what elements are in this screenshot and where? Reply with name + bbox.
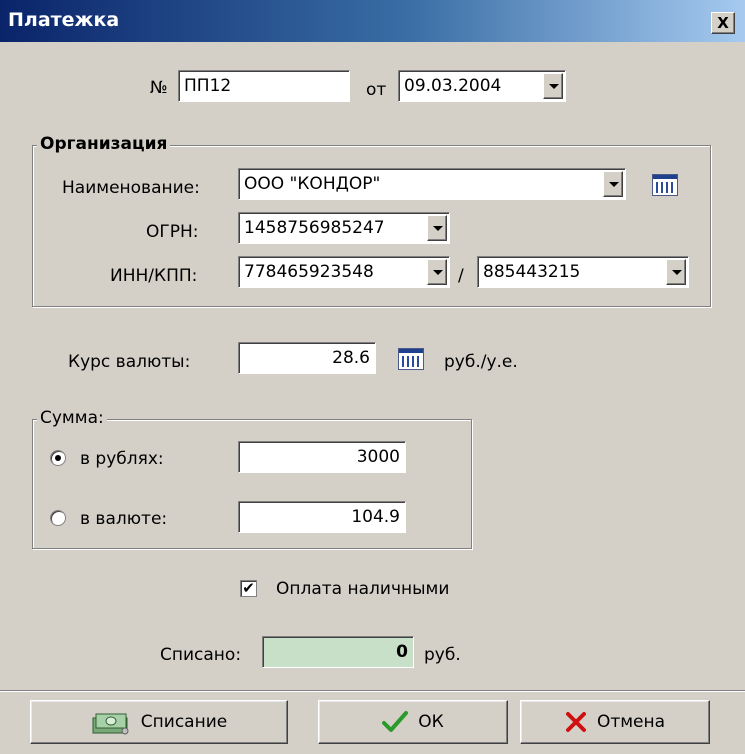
date-value: 09.03.2004 [404, 76, 502, 96]
rate-calendar-table-icon[interactable] [398, 348, 424, 370]
written-off-unit: руб. [424, 645, 461, 665]
name-select[interactable]: ООО "КОНДОР" [238, 168, 626, 200]
cancel-button-label: Отмена [596, 712, 666, 732]
calendar-table-icon[interactable] [652, 174, 678, 196]
ogrn-label: ОГРН: [146, 222, 199, 242]
name-label: Наименование: [62, 178, 200, 198]
close-button[interactable]: X [711, 12, 735, 34]
inn-select[interactable]: 778465923548 [238, 256, 450, 288]
date-label: от [366, 80, 387, 100]
number-label: № [150, 78, 168, 98]
money-icon [92, 713, 129, 735]
kpp-select[interactable]: 885443215 [477, 256, 689, 288]
inn-value: 778465923548 [244, 262, 374, 282]
currency-radio[interactable] [50, 510, 66, 526]
organization-group-title: Организация [37, 134, 171, 154]
rate-input[interactable]: 28.6 [238, 342, 376, 374]
cross-icon [565, 712, 586, 732]
window-title: Платежка [8, 9, 120, 31]
rate-unit: руб./у.е. [444, 352, 518, 372]
written-off-label: Списано: [160, 645, 242, 665]
date-picker[interactable]: 09.03.2004 [398, 70, 566, 102]
cancel-button[interactable]: Отмена [520, 700, 710, 744]
inn-dropdown-button[interactable] [427, 259, 447, 285]
title-bar[interactable]: Платежка X [0, 0, 745, 42]
rub-label: в рублях: [80, 449, 164, 469]
ogrn-dropdown-button[interactable] [427, 215, 447, 241]
innkpp-label: ИНН/КПП: [110, 266, 198, 286]
number-input[interactable]: ПП12 [178, 70, 350, 102]
cash-label: Оплата наличными [276, 579, 450, 599]
name-dropdown-button[interactable] [603, 171, 623, 197]
currency-label: в валюте: [80, 509, 168, 529]
inn-kpp-separator: / [458, 266, 464, 286]
cash-checkbox[interactable]: ✔ [240, 580, 257, 597]
rub-radio[interactable] [50, 450, 66, 466]
checkmark-icon [382, 711, 409, 732]
kpp-value: 885443215 [483, 262, 581, 282]
writeoff-button[interactable]: Списание [30, 700, 288, 744]
ok-button-label: ОК [418, 712, 444, 732]
currency-input[interactable]: 104.9 [238, 501, 406, 533]
dialog-window: Платежка X № ПП12 от 09.03.2004 Организа… [0, 0, 745, 753]
ok-button[interactable]: ОК [318, 700, 508, 744]
rub-input[interactable]: 3000 [238, 441, 406, 473]
ogrn-value: 1458756985247 [244, 218, 385, 238]
name-value: ООО "КОНДОР" [244, 174, 381, 194]
written-off-value: 0 [262, 636, 414, 668]
writeoff-button-label: Списание [140, 712, 228, 732]
rate-label: Курс валюты: [68, 352, 191, 372]
kpp-dropdown-button[interactable] [666, 259, 686, 285]
ogrn-select[interactable]: 1458756985247 [238, 212, 450, 244]
date-dropdown-button[interactable] [543, 73, 563, 99]
sum-group-title: Сумма: [37, 408, 107, 428]
